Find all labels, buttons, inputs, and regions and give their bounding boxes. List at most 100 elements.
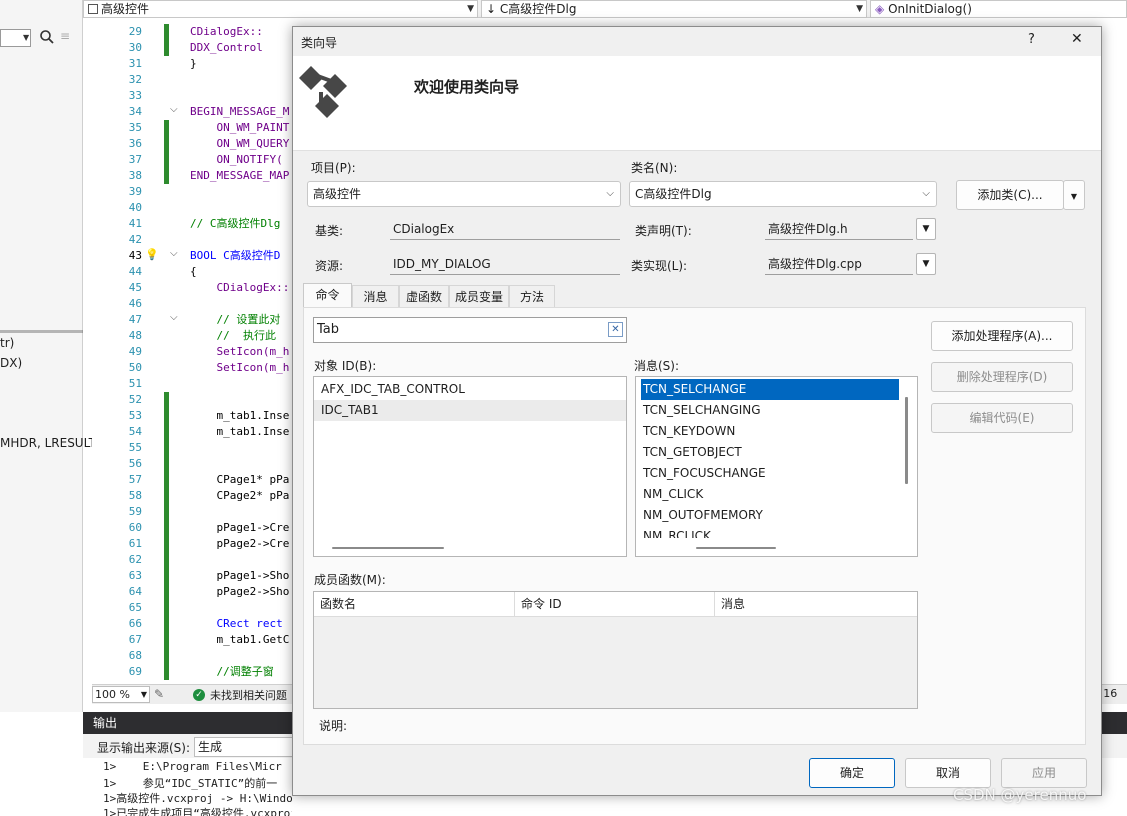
line-number: 38 <box>128 169 142 182</box>
project-value: 高级控件 <box>313 187 362 201</box>
code-line: { <box>190 265 197 278</box>
horizontal-scrollbar[interactable] <box>332 547 444 549</box>
list-item[interactable]: TCN_FOCUSCHANGE <box>643 463 766 484</box>
impl-label: 类实现(L): <box>631 259 688 273</box>
project-icon <box>88 4 98 14</box>
project-combo[interactable]: 高级控件 ⌵ <box>307 181 621 207</box>
resource-value: IDD_MY_DIALOG <box>390 253 620 275</box>
horizontal-scrollbar[interactable] <box>696 547 776 549</box>
change-marker <box>164 424 169 440</box>
change-marker <box>164 504 169 520</box>
method-nav-combo[interactable]: ◈ OnInitDialog() <box>870 0 1127 18</box>
impl-dropdown[interactable]: ▼ <box>916 253 936 275</box>
change-marker <box>164 168 169 184</box>
base-label: 基类: <box>315 224 344 238</box>
add-class-dropdown[interactable]: ▼ <box>1063 180 1085 210</box>
line-number: 48 <box>128 329 142 342</box>
column-header[interactable]: 命令 ID <box>515 592 715 617</box>
code-line: CDialogEx:: <box>190 25 263 38</box>
list-item[interactable]: NM_RCLICK <box>643 526 711 538</box>
code-lines: 29 CDialogEx:: 30 DDX_Control 31} 32 33 34 BEGIN… <box>92 18 304 684</box>
list-item[interactable]: TCN_GETOBJECT <box>643 442 742 463</box>
list-item[interactable]: AFX_IDC_TAB_CONTROL <box>314 379 626 400</box>
line-number: 49 <box>128 345 142 358</box>
list-item[interactable]: IDC_TAB1 <box>314 400 626 421</box>
search-input[interactable]: Tab ✕ <box>313 317 627 343</box>
chevron-down-icon: ▼ <box>140 690 147 699</box>
fold-icon[interactable]: ⌵ <box>170 312 178 323</box>
change-marker <box>164 536 169 552</box>
project-nav-combo[interactable]: 高级控件 ▼ <box>83 0 478 18</box>
add-class-button[interactable]: 添加类(C)... <box>956 180 1064 210</box>
scroll-area <box>636 539 917 556</box>
apply-button[interactable]: 应用 <box>1001 758 1087 788</box>
code-line: // 执行此 <box>190 329 276 342</box>
code-line: m_tab1.GetC <box>190 633 290 646</box>
chevron-down-icon: ⌵ <box>606 188 614 199</box>
line-number: 60 <box>128 521 142 534</box>
line-number: 30 <box>128 41 142 54</box>
class-label: 类名(N): <box>631 161 678 175</box>
tab-messages[interactable]: 消息 <box>352 285 399 307</box>
line-number: 55 <box>128 441 142 454</box>
description-label: 说明: <box>319 719 348 733</box>
collapse-icon[interactable]: ≡ <box>60 29 78 47</box>
add-handler-button[interactable]: 添加处理程序(A)... <box>931 321 1073 351</box>
decl-dropdown[interactable]: ▼ <box>916 218 936 240</box>
change-marker <box>164 568 169 584</box>
class-nav-combo[interactable]: ↓ C高级控件Dlg ▼ <box>481 0 867 18</box>
fold-icon[interactable]: ⌵ <box>170 104 178 115</box>
list-item[interactable]: TCN_KEYDOWN <box>643 421 735 442</box>
project-nav-label: 高级控件 <box>101 2 150 16</box>
list-item-selected[interactable]: TCN_SELCHANGE <box>641 379 899 400</box>
chevron-down-icon: ▼ <box>1070 192 1078 201</box>
zoom-combo[interactable]: 100 % ▼ <box>92 686 150 703</box>
list-item[interactable]: NM_OUTOFMEMORY <box>643 505 763 526</box>
tab-virtual-functions[interactable]: 虚函数 <box>399 285 449 307</box>
clear-search-icon[interactable]: ✕ <box>608 322 623 337</box>
class-wizard-icon <box>299 66 347 118</box>
brush-icon[interactable]: ✎ <box>154 687 164 701</box>
list-item[interactable]: TCN_SELCHANGING <box>643 400 761 421</box>
messages-list[interactable]: TCN_SELCHANGE TCN_SELCHANGING TCN_KEYDOW… <box>635 376 918 557</box>
ok-button[interactable]: 确定 <box>809 758 895 788</box>
help-button[interactable]: ? <box>1028 32 1035 47</box>
method-nav-label: OnInitDialog() <box>888 2 972 16</box>
line-number: 35 <box>128 121 142 134</box>
change-marker <box>164 392 169 408</box>
tab-methods[interactable]: 方法 <box>509 285 555 307</box>
pane-splitter[interactable] <box>0 330 83 333</box>
issues-status[interactable]: 未找到相关问题 <box>210 687 287 703</box>
tab-commands[interactable]: 命令 <box>303 283 352 307</box>
line-number: 47 <box>128 313 142 326</box>
line-number: 65 <box>128 601 142 614</box>
code-line: END_MESSAGE_MAP <box>190 169 290 182</box>
change-marker <box>164 632 169 648</box>
object-id-list[interactable]: AFX_IDC_TAB_CONTROL IDC_TAB1 <box>313 376 627 557</box>
code-line: //调整子窗 <box>190 665 274 678</box>
chevron-down-icon: ▼ <box>922 259 930 269</box>
column-header[interactable]: 函数名 <box>314 592 515 617</box>
dialog-title-bar[interactable]: 类向导 ? ✕ <box>293 27 1101 56</box>
cancel-button[interactable]: 取消 <box>905 758 991 788</box>
column-header[interactable]: 消息 <box>715 592 917 617</box>
dialog-title: 类向导 <box>301 36 338 50</box>
line-number: 41 <box>128 217 142 230</box>
tab-member-variables[interactable]: 成员变量 <box>449 285 509 307</box>
fold-icon[interactable]: ⌵ <box>170 248 178 259</box>
line-number: 59 <box>128 505 142 518</box>
delete-handler-button[interactable]: 删除处理程序(D) <box>931 362 1073 392</box>
close-button[interactable]: ✕ <box>1071 31 1083 47</box>
change-marker <box>164 664 169 680</box>
list-item[interactable]: NM_CLICK <box>643 484 703 505</box>
decl-label: 类声明(T): <box>635 224 692 238</box>
member-functions-table[interactable]: 函数名 命令 ID 消息 <box>313 591 918 709</box>
class-combo[interactable]: C高级控件Dlg ⌵ <box>629 181 937 207</box>
search-icon[interactable] <box>36 29 58 47</box>
line-number: 57 <box>128 473 142 486</box>
output-source-combo[interactable]: 生成 <box>194 737 296 757</box>
vertical-scrollbar[interactable] <box>905 397 908 484</box>
list-item: tr) <box>0 336 15 350</box>
lightbulb-icon[interactable]: 💡 <box>145 248 159 261</box>
edit-code-button[interactable]: 编辑代码(E) <box>931 403 1073 433</box>
